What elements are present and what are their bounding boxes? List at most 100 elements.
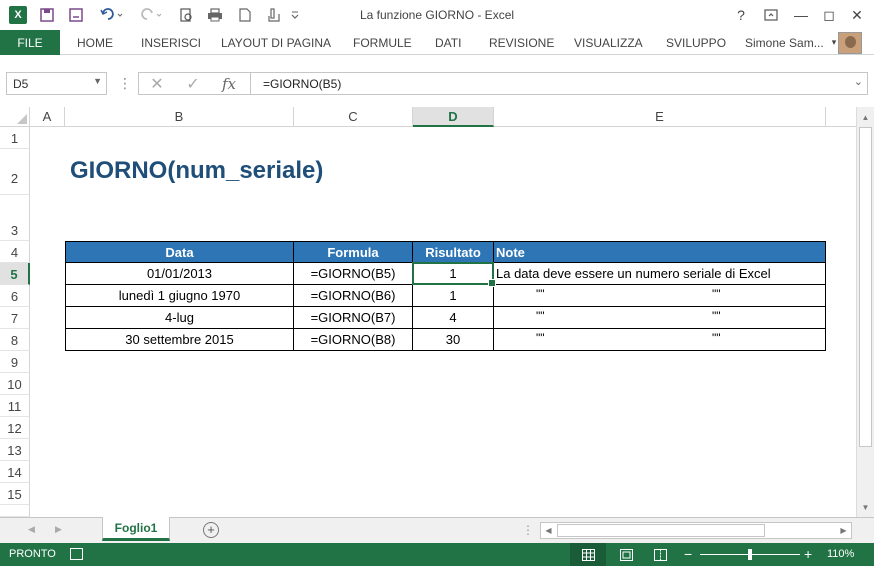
enter-icon[interactable]: ✓: [175, 74, 211, 94]
select-all-button[interactable]: [0, 107, 30, 127]
row-header-11[interactable]: 11: [0, 395, 30, 417]
tab-home[interactable]: HOME: [77, 30, 113, 55]
ditto-mark: "": [712, 331, 721, 345]
macro-record-icon[interactable]: [70, 548, 83, 560]
cell-b5[interactable]: 01/01/2013: [65, 263, 294, 285]
row-header-4[interactable]: 4: [0, 241, 30, 263]
zoom-slider-thumb[interactable]: [748, 549, 752, 560]
scroll-down-icon[interactable]: ▼: [857, 499, 874, 516]
normal-view-icon[interactable]: [570, 543, 606, 566]
cancel-icon[interactable]: ✕: [139, 74, 175, 94]
row-header-8[interactable]: 8: [0, 329, 30, 351]
row-header-10[interactable]: 10: [0, 373, 30, 395]
chevron-down-icon[interactable]: ▼: [93, 76, 102, 86]
column-header-a[interactable]: A: [30, 107, 65, 127]
ribbon-display-options-icon[interactable]: [758, 4, 784, 26]
next-sheet-icon[interactable]: ▶: [55, 524, 62, 535]
column-header-c[interactable]: C: [294, 107, 413, 127]
splitter-icon[interactable]: ⋮: [522, 523, 534, 537]
minimize-button[interactable]: —: [788, 4, 814, 26]
column-header-d[interactable]: D: [413, 107, 494, 127]
previous-sheet-icon[interactable]: ◀: [28, 524, 35, 535]
table-header-risultato[interactable]: Risultato: [413, 241, 494, 263]
formula-buttons: ✕ ✓ fx: [138, 72, 250, 95]
zoom-in-button[interactable]: +: [804, 546, 812, 562]
zoom-level[interactable]: 110%: [827, 548, 854, 560]
tab-dati[interactable]: DATI: [435, 30, 461, 55]
cell-d6[interactable]: 1: [413, 285, 494, 307]
vertical-scrollbar[interactable]: ▲ ▼: [856, 107, 874, 517]
row-header-3[interactable]: 3: [0, 195, 30, 241]
table-header-note[interactable]: Note: [494, 241, 826, 263]
cell-d5[interactable]: 1: [413, 263, 494, 285]
restore-button[interactable]: ◻: [816, 4, 842, 26]
expand-formula-bar-icon[interactable]: ⌄: [854, 75, 863, 88]
row-header-2[interactable]: 2: [0, 149, 30, 195]
ditto-mark: "": [536, 287, 545, 301]
worksheet-grid: A B C D E 1 2 3 4 5 6 7 8 9 10 11 12 13 …: [0, 107, 874, 517]
row-header-6[interactable]: 6: [0, 285, 30, 307]
table-header-formula[interactable]: Formula: [294, 241, 413, 263]
tab-revisione[interactable]: REVISIONE: [489, 30, 554, 55]
cell-b7[interactable]: 4-lug: [65, 307, 294, 329]
horizontal-scrollbar[interactable]: ◀ ▶: [540, 522, 852, 539]
page-title: GIORNO(num_seriale): [70, 157, 324, 184]
scroll-right-icon[interactable]: ▶: [836, 523, 851, 538]
cell-d8[interactable]: 30: [413, 329, 494, 351]
ribbon-tabs: FILE HOME INSERISCI LAYOUT DI PAGINA FOR…: [0, 30, 874, 55]
ditto-mark: "": [712, 309, 721, 323]
name-box[interactable]: D5 ▼: [6, 72, 107, 95]
formula-input[interactable]: =GIORNO(B5) ⌄: [250, 72, 868, 95]
row-header-5[interactable]: 5: [0, 263, 30, 285]
cell-c8[interactable]: =GIORNO(B8): [294, 329, 413, 351]
sheet-tab-foglio1[interactable]: Foglio1: [102, 517, 170, 541]
tab-inserisci[interactable]: INSERISCI: [141, 30, 201, 55]
page-layout-view-icon[interactable]: [608, 543, 644, 566]
close-button[interactable]: ✕: [844, 4, 870, 26]
page-break-preview-icon[interactable]: [642, 543, 678, 566]
status-ready: PRONTO: [9, 548, 56, 560]
row-header-14[interactable]: 14: [0, 461, 30, 483]
user-account[interactable]: Simone Sam... ▾: [745, 30, 836, 55]
table-header-data[interactable]: Data: [65, 241, 294, 263]
formula-bar: D5 ▼ ⋮ ✕ ✓ fx =GIORNO(B5) ⌄: [0, 55, 874, 107]
row-header-12[interactable]: 12: [0, 417, 30, 439]
cell-e5[interactable]: La data deve essere un numero seriale di…: [494, 263, 826, 285]
cell-c6[interactable]: =GIORNO(B6): [294, 285, 413, 307]
help-button[interactable]: ?: [728, 4, 754, 26]
row-header-15[interactable]: 15: [0, 483, 30, 505]
row-header-7[interactable]: 7: [0, 307, 30, 329]
column-header-b[interactable]: B: [65, 107, 294, 127]
user-name: Simone Sam...: [745, 35, 824, 50]
vertical-scroll-thumb[interactable]: [859, 127, 872, 447]
tab-layout-di-pagina[interactable]: LAYOUT DI PAGINA: [221, 30, 331, 55]
zoom-out-button[interactable]: −: [684, 546, 692, 562]
avatar[interactable]: [838, 32, 862, 54]
tab-file[interactable]: FILE: [0, 30, 60, 55]
cell-c7[interactable]: =GIORNO(B7): [294, 307, 413, 329]
row-header-1[interactable]: 1: [0, 127, 30, 149]
horizontal-scroll-thumb[interactable]: [557, 524, 765, 537]
ditto-mark: "": [712, 287, 721, 301]
tab-sviluppo[interactable]: SVILUPPO: [666, 30, 726, 55]
column-header-e[interactable]: E: [494, 107, 826, 127]
tab-formule[interactable]: FORMULE: [353, 30, 412, 55]
column-header-f[interactable]: [826, 107, 856, 127]
row-header-16[interactable]: [0, 505, 30, 517]
cell-b6[interactable]: lunedì 1 giugno 1970: [65, 285, 294, 307]
cell-b8[interactable]: 30 settembre 2015: [65, 329, 294, 351]
scroll-left-icon[interactable]: ◀: [541, 523, 556, 538]
status-bar: PRONTO − + 110%: [0, 543, 874, 566]
tab-visualizza[interactable]: VISUALIZZA: [574, 30, 643, 55]
cell-d7[interactable]: 4: [413, 307, 494, 329]
name-box-value: D5: [13, 77, 29, 91]
sheet-tab-bar: ◀ ▶ Foglio1 + ⋮ ◀ ▶: [0, 517, 874, 543]
row-header-13[interactable]: 13: [0, 439, 30, 461]
cell-c5[interactable]: =GIORNO(B5): [294, 263, 413, 285]
insert-function-icon[interactable]: fx: [211, 75, 247, 93]
more-options-icon[interactable]: ⋮: [118, 75, 132, 92]
add-sheet-icon[interactable]: +: [203, 522, 219, 538]
scroll-up-icon[interactable]: ▲: [857, 109, 874, 126]
ditto-mark: "": [536, 331, 545, 345]
row-header-9[interactable]: 9: [0, 351, 30, 373]
